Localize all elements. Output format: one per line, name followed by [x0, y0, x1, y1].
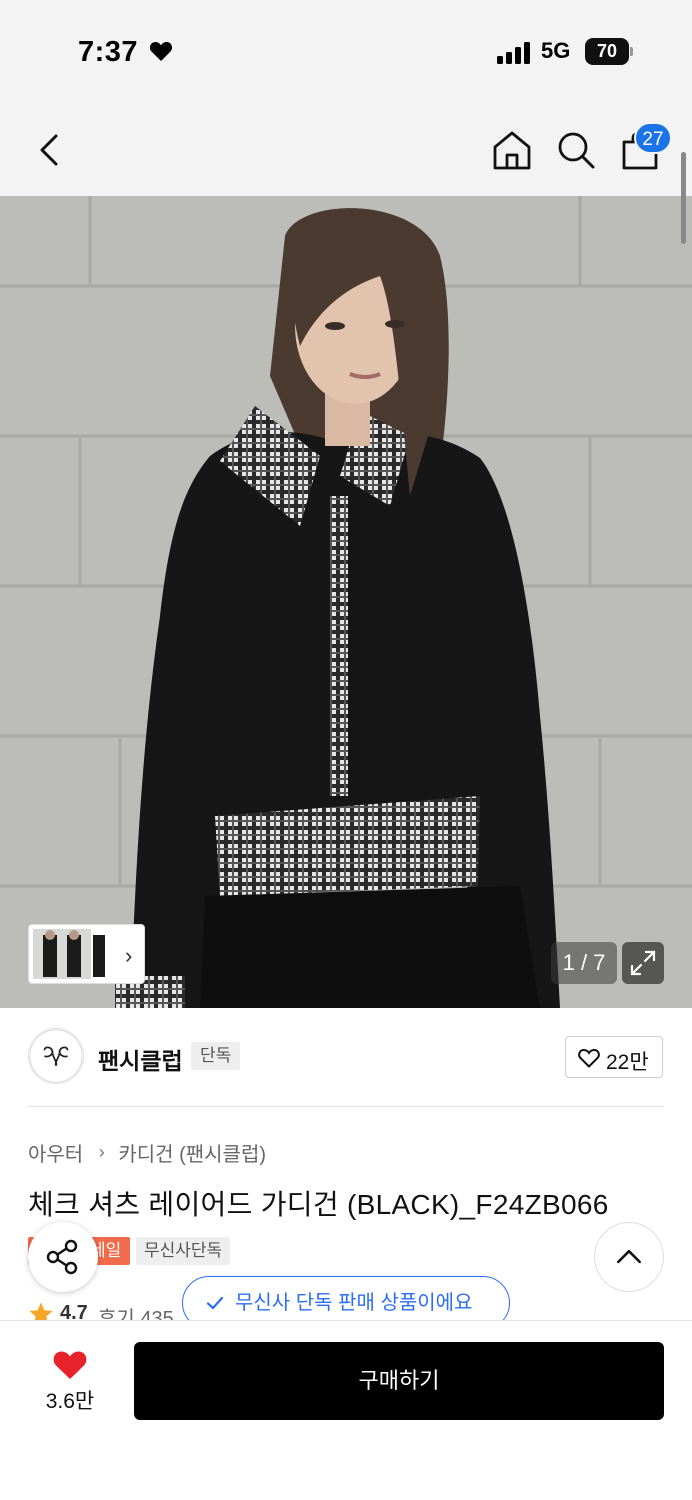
- chevron-right-icon[interactable]: ›: [125, 943, 132, 969]
- brand-logo-icon[interactable]: [28, 1028, 84, 1084]
- image-page-counter: 1 / 7: [551, 942, 617, 984]
- battery-level: 70: [585, 38, 629, 65]
- top-nav: [0, 100, 692, 196]
- breadcrumb-item[interactable]: 아우터: [28, 1144, 83, 1166]
- breadcrumb: 아우터 › 카디건 (팬시클럽): [28, 1138, 266, 1167]
- brand-name[interactable]: 팬시클럽: [98, 1042, 183, 1076]
- product-title: 체크 셔츠 레이어드 가디건 (BLACK)_F24ZB066: [28, 1189, 609, 1220]
- share-icon[interactable]: [28, 1222, 98, 1292]
- scroll-indicator[interactable]: [681, 152, 686, 244]
- brand-like-button[interactable]: 22만: [565, 1036, 663, 1078]
- brand-like-count: 22만: [606, 1051, 649, 1074]
- heart-outline-icon: [578, 1048, 600, 1068]
- buy-button[interactable]: 구매하기: [134, 1342, 664, 1420]
- heart-filled-icon[interactable]: [52, 1349, 88, 1381]
- brand-exclusive-tag: 단독: [191, 1042, 241, 1070]
- cart-badge: 27: [634, 122, 672, 154]
- thumbnail-images: [33, 929, 105, 979]
- product-photo: [0, 196, 692, 1008]
- signal-icon: [497, 42, 530, 64]
- breadcrumb-item[interactable]: 카디건 (팬시클럽): [118, 1144, 266, 1166]
- home-icon[interactable]: [490, 128, 534, 172]
- chevron-left-icon[interactable]: [30, 130, 70, 170]
- brand-row[interactable]: 팬시클럽 단독 22만: [0, 1008, 692, 1106]
- wish-count: 3.6만: [45, 1390, 95, 1413]
- chevron-up-icon[interactable]: [594, 1222, 664, 1292]
- expand-icon[interactable]: [622, 942, 664, 984]
- check-icon: [206, 1296, 224, 1310]
- bottom-action-bar: 3.6만 구매하기: [0, 1320, 692, 1500]
- status-bar: 7:37 5G 70: [0, 0, 692, 100]
- network-type: 5G: [541, 38, 571, 63]
- exclusive-badge: 무신사단독: [136, 1237, 231, 1265]
- chevron-right-icon: ›: [98, 1142, 105, 1162]
- toast-message: 무신사 단독 판매 상품이에요: [235, 1292, 473, 1314]
- battery-icon: 70: [585, 38, 633, 65]
- thumbnail-strip[interactable]: ›: [28, 924, 145, 984]
- divider: [28, 1106, 664, 1107]
- search-icon[interactable]: [554, 128, 598, 172]
- status-time: 7:37: [78, 36, 139, 68]
- heart-icon: [149, 42, 173, 61]
- product-image[interactable]: [0, 196, 692, 1008]
